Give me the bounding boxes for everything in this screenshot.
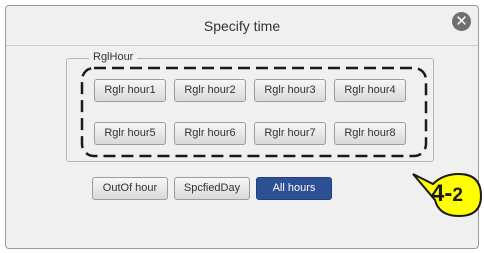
specify-time-dialog: Specify time ✕ RglHour Rglr hour1 Rglr h… [5, 5, 479, 249]
callout-label: 4-2 [411, 170, 483, 218]
title-divider [6, 45, 478, 46]
rglr-hour1-button[interactable]: Rglr hour1 [94, 79, 166, 102]
callout-main: 4- [431, 180, 453, 207]
rglr-hour6-button[interactable]: Rglr hour6 [174, 122, 246, 145]
close-icon[interactable]: ✕ [452, 12, 471, 31]
group-legend: RglHour [89, 51, 138, 63]
out-of-hour-button[interactable]: OutOf hour [92, 177, 168, 200]
specified-day-button[interactable]: SpcfiedDay [174, 177, 250, 200]
rglr-hour3-button[interactable]: Rglr hour3 [254, 79, 326, 102]
rglr-hour7-button[interactable]: Rglr hour7 [254, 122, 326, 145]
rglr-hour4-button[interactable]: Rglr hour4 [334, 79, 406, 102]
callout-sub: 2 [452, 185, 463, 206]
all-hours-button[interactable]: All hours [256, 177, 332, 200]
rglr-hour2-button[interactable]: Rglr hour2 [174, 79, 246, 102]
rglr-hour5-button[interactable]: Rglr hour5 [94, 122, 166, 145]
regular-hour-group: RglHour [66, 51, 434, 162]
rglr-hour8-button[interactable]: Rglr hour8 [334, 122, 406, 145]
dialog-title: Specify time [203, 18, 281, 34]
